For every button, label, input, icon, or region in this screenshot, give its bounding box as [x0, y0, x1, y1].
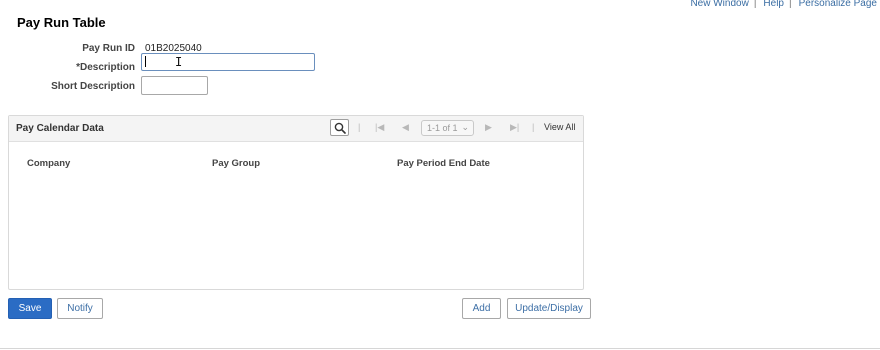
previous-page-icon[interactable]: ◀ — [402, 122, 409, 133]
header-links: New Window | Help | Personalize Page — [690, 0, 877, 9]
new-window-link[interactable]: New Window — [690, 0, 748, 9]
text-caret — [145, 56, 146, 67]
short-description-input[interactable] — [141, 76, 208, 95]
search-icon — [334, 122, 346, 134]
footer-divider — [0, 348, 880, 349]
short-description-label: Short Description — [51, 81, 135, 92]
first-page-icon[interactable]: |◀ — [375, 122, 384, 133]
help-link[interactable]: Help — [763, 0, 784, 9]
grid-title: Pay Calendar Data — [16, 123, 104, 134]
row-range-text: 1-1 of 1 — [427, 123, 458, 133]
page-title: Pay Run Table — [17, 15, 106, 30]
pay-calendar-grid: Pay Calendar Data | |◀ ◀ 1-1 of 1 ⌄ ▶ ▶|… — [8, 115, 584, 290]
column-header-company: Company — [27, 158, 71, 169]
add-button[interactable]: Add — [462, 298, 501, 319]
next-page-icon[interactable]: ▶ — [485, 122, 492, 133]
column-header-pay-group: Pay Group — [212, 158, 261, 169]
notify-button[interactable]: Notify — [57, 298, 103, 319]
column-header-pay-period-end-date: Pay Period End Date — [397, 158, 490, 169]
chevron-down-icon: ⌄ — [461, 122, 469, 132]
ibeam-cursor-icon: I — [175, 55, 183, 69]
row-range-select[interactable]: 1-1 of 1 ⌄ — [421, 120, 474, 136]
pager-divider: | — [358, 122, 361, 132]
personalize-page-link[interactable]: Personalize Page — [799, 0, 877, 9]
pager-divider: | — [532, 122, 535, 132]
link-separator: | — [753, 0, 757, 9]
description-label: *Description — [76, 62, 135, 73]
link-separator: | — [789, 0, 792, 9]
grid-search-button[interactable] — [330, 119, 349, 136]
description-input[interactable] — [141, 53, 315, 71]
pay-run-id-label: Pay Run ID — [82, 43, 135, 54]
view-all-link[interactable]: View All — [544, 122, 575, 132]
last-page-icon[interactable]: ▶| — [510, 122, 519, 133]
update-display-button[interactable]: Update/Display — [507, 298, 591, 319]
grid-header: Pay Calendar Data | |◀ ◀ 1-1 of 1 ⌄ ▶ ▶|… — [9, 116, 583, 142]
save-button[interactable]: Save — [8, 298, 52, 319]
